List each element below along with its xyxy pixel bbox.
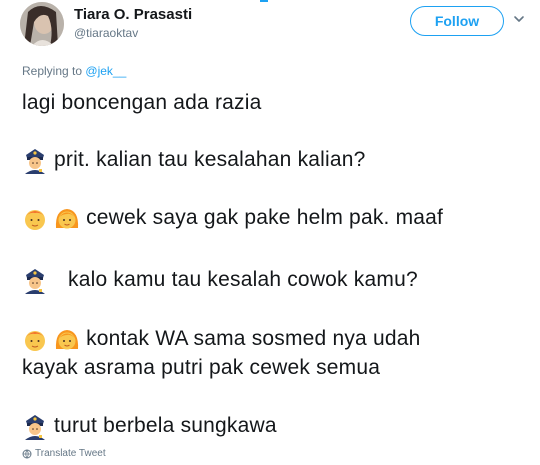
follow-button[interactable]: Follow — [410, 6, 504, 36]
top-accent-line — [260, 0, 268, 2]
user-handle[interactable]: @tiaraoktav — [74, 26, 138, 40]
tweet-line-text: prit. kalian tau kesalahan kalian? — [54, 148, 366, 171]
mention-link[interactable]: @jek__ — [85, 64, 126, 78]
tweet-line-7: turut berbela sungkawa — [22, 412, 277, 441]
girl-emoji-icon — [54, 204, 80, 232]
tweet-line-text: lagi boncengan ada razia — [22, 91, 262, 114]
translate-tweet-label[interactable]: Translate Tweet — [35, 448, 106, 459]
tweet-line-4: kalo kamu tau kesalah cowok kamu? — [22, 266, 418, 295]
tweet-line-2: prit. kalian tau kesalahan kalian? — [22, 146, 366, 175]
police-officer-emoji-icon — [22, 412, 48, 441]
globe-icon — [22, 449, 32, 459]
tweet-line-5: kontak WA sama sosmed nya udah — [22, 325, 421, 353]
tweet-line-text: kalo kamu tau kesalah cowok kamu? — [68, 268, 418, 291]
tweet-line-text: turut berbela sungkawa — [54, 414, 277, 437]
boy-emoji-icon — [22, 325, 48, 353]
replying-to-label: Replying to — [22, 64, 83, 78]
tweet-line-text: kayak asrama putri pak cewek semua — [22, 356, 381, 379]
tweet-line-6: kayak asrama putri pak cewek semua — [22, 354, 380, 382]
tweet-line-1: lagi boncengan ada razia — [22, 89, 261, 117]
tweet-line-text: kontak WA sama sosmed nya udah — [86, 327, 421, 350]
boy-emoji-icon — [22, 204, 48, 232]
police-officer-emoji-icon — [22, 146, 48, 175]
girl-emoji-icon — [54, 325, 80, 353]
replying-to: Replying to @jek__ — [22, 64, 126, 78]
chevron-down-icon[interactable] — [512, 12, 526, 26]
tweet-line-3: cewek saya gak pake helm pak. maaf — [22, 204, 443, 232]
display-name[interactable]: Tiara O. Prasasti — [74, 6, 192, 23]
tweet-line-text: cewek saya gak pake helm pak. maaf — [86, 206, 444, 229]
translate-tweet[interactable]: Translate Tweet — [22, 448, 106, 459]
tweet-card: Tiara O. Prasasti @tiaraoktav Follow Rep… — [0, 0, 540, 465]
police-officer-emoji-icon — [22, 266, 48, 295]
avatar[interactable] — [20, 2, 64, 46]
